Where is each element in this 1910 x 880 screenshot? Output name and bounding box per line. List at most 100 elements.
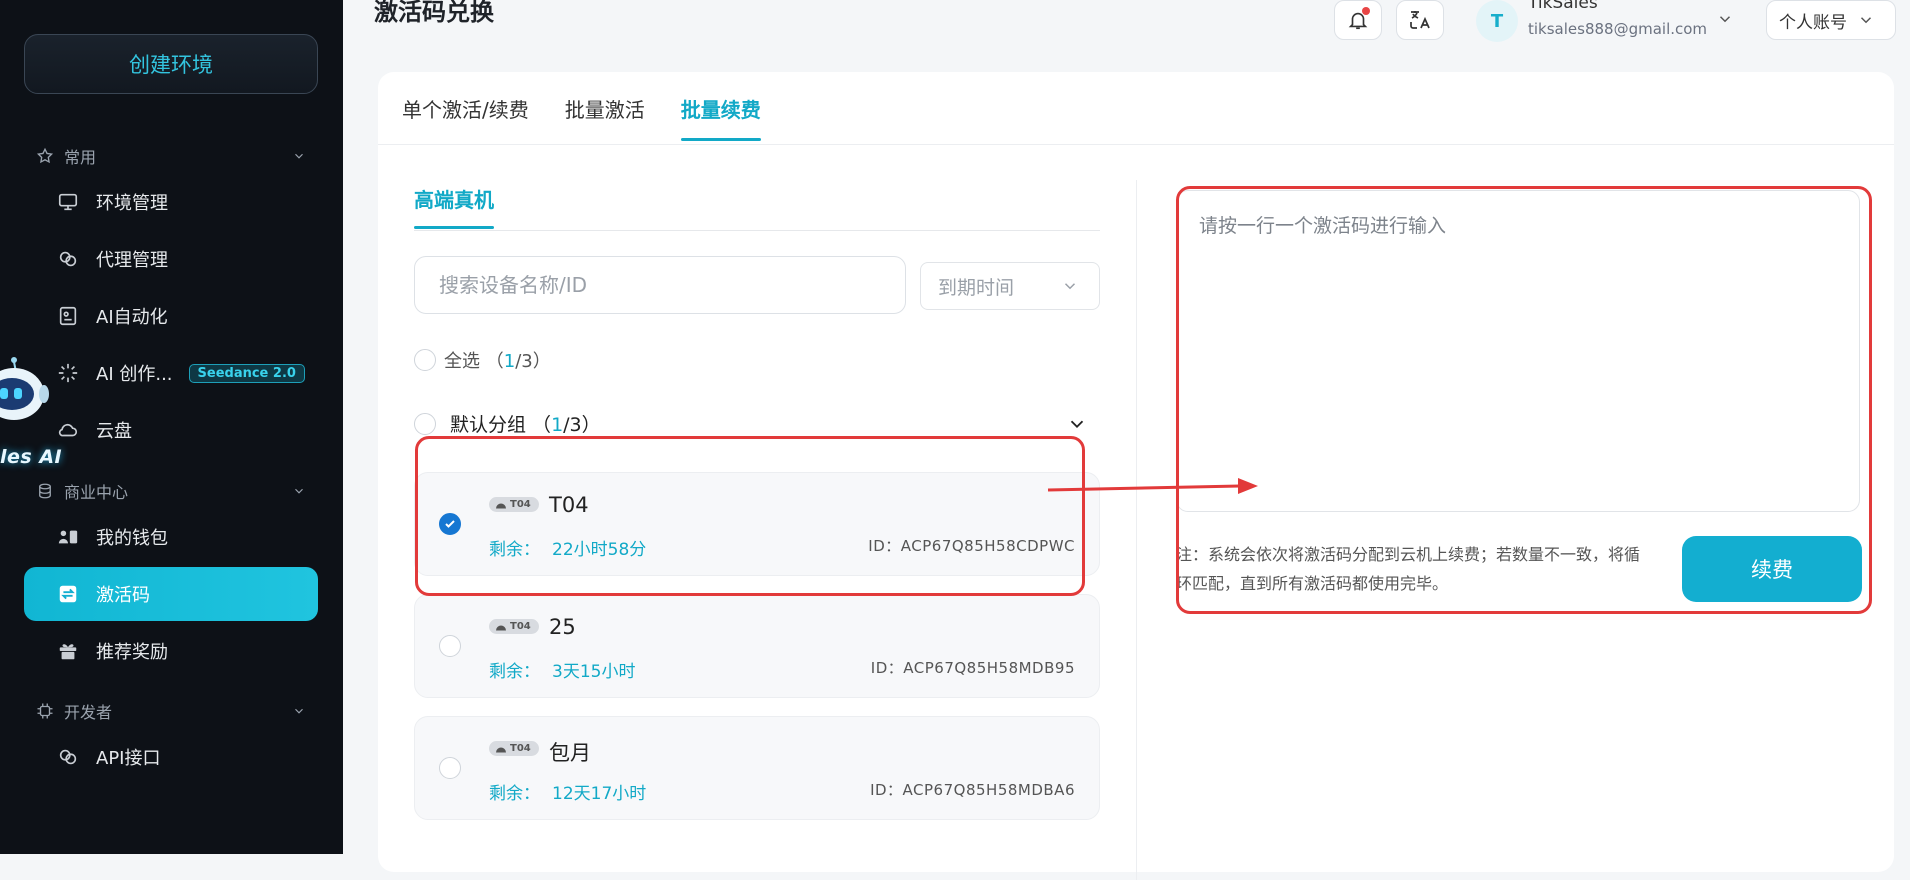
renew-note: 注：系统会依次将激活码分配到云机上续费；若数量不一致，将循环匹配，直到所有激活码… (1176, 545, 1641, 593)
chevron-down-icon (292, 704, 306, 718)
sidebar-item-label: 代理管理 (96, 250, 168, 271)
database-icon (36, 482, 54, 500)
chevron-down-icon (292, 149, 306, 163)
create-environment-button[interactable]: 创建环境 (24, 34, 318, 94)
section-developer[interactable]: 开发者 (36, 698, 306, 724)
device-id: ID：ACP67Q85H58MDB95 (870, 659, 1075, 677)
device-check-radio[interactable] (439, 635, 461, 657)
account-type-select[interactable]: 个人账号 (1766, 0, 1896, 40)
link-icon (56, 745, 80, 769)
sidebar-item-label: AI 创作... (96, 364, 173, 385)
group-name: 默认分组 (450, 414, 527, 436)
sidebar-item-activation-code[interactable]: 激活码 (24, 567, 318, 621)
seedance-badge: Seedance 2.0 (188, 363, 305, 383)
gift-icon (56, 639, 80, 663)
sidebar-item-label: 云盘 (96, 421, 132, 442)
expire-time-select[interactable]: 到期时间 (920, 262, 1100, 310)
section-business[interactable]: 商业中心 (36, 478, 306, 504)
device-card[interactable]: T04 包月 剩余： 12天17小时 ID：ACP67Q85H58MDBA6 (414, 716, 1100, 820)
tab-batch-renew[interactable]: 批量续费 (680, 94, 761, 141)
sidebar-item-ai-create[interactable]: AI 创作... Seedance 2.0 (24, 346, 318, 400)
android-icon (496, 747, 506, 752)
sidebar-item-label: 推荐奖励 (96, 642, 168, 663)
sidebar-item-label: 我的钱包 (96, 528, 168, 549)
page-title: 激活码兑换 (374, 0, 494, 26)
group-selected: 1 (551, 414, 564, 436)
group-count: （1/3） (526, 414, 601, 436)
bell-icon (1347, 7, 1370, 31)
device-name: 25 (549, 615, 576, 639)
chevron-down-icon (1061, 277, 1079, 295)
section-label: 商业中心 (64, 483, 129, 502)
sidebar-item-ai-automation[interactable]: AI自动化 (24, 289, 318, 343)
star-icon (36, 147, 54, 165)
sidebar-item-wallet[interactable]: 我的钱包 (24, 510, 318, 564)
select-all[interactable]: 全选 （1/3） (414, 347, 551, 373)
cloud-icon (56, 418, 80, 442)
android-icon (496, 503, 506, 508)
account-type-label: 个人账号 (1779, 12, 1847, 33)
sidebar-item-label: AI自动化 (96, 307, 168, 328)
sidebar-item-label: API接口 (96, 748, 161, 769)
chevron-down-icon (1716, 10, 1734, 32)
link-icon (56, 247, 80, 271)
exchange-icon (56, 582, 80, 606)
device-name: T04 (549, 493, 589, 517)
device-tag: T04 (489, 741, 539, 756)
tab-bar: 单个激活/续费 批量激活 批量续费 (402, 94, 761, 141)
group-radio[interactable] (414, 412, 436, 435)
sidebar-item-referral[interactable]: 推荐奖励 (24, 624, 318, 678)
robot-mascot-icon (0, 357, 49, 420)
device-card[interactable]: T04 T04 剩余： 22小时58分 ID：ACP67Q85H58CDPWC (414, 472, 1100, 576)
sidebar-item-label: 环境管理 (96, 193, 168, 214)
tab-divider (378, 144, 1894, 145)
select-all-total: /3） (515, 351, 551, 372)
section-label: 常用 (64, 148, 97, 167)
group-total: /3） (563, 414, 601, 436)
notification-button[interactable] (1334, 0, 1382, 40)
avatar: T (1476, 0, 1518, 42)
expire-time-placeholder: 到期时间 (938, 276, 1015, 299)
section-common[interactable]: 常用 (36, 143, 306, 169)
select-all-selected: 1 (503, 351, 516, 372)
renew-button[interactable]: 续费 (1682, 536, 1862, 602)
sidebar-item-proxy[interactable]: 代理管理 (24, 232, 318, 286)
device-search-input[interactable] (414, 256, 906, 314)
device-card[interactable]: T04 25 剩余： 3天15小时 ID：ACP67Q85H58MDB95 (414, 594, 1100, 698)
sidebar-item-env[interactable]: 环境管理 (24, 175, 318, 229)
translate-button[interactable] (1396, 0, 1444, 40)
translate-icon (1408, 8, 1432, 32)
chevron-down-icon (292, 484, 306, 498)
device-remaining: 剩余： 22小时58分 (489, 540, 647, 560)
select-all-count: （1/3） (480, 351, 551, 372)
chevron-down-icon (1857, 11, 1875, 29)
device-remaining: 剩余： 12天17小时 (489, 784, 647, 804)
section-label: 开发者 (64, 703, 113, 722)
device-id: ID：ACP67Q85H58MDBA6 (870, 781, 1075, 799)
device-remaining: 剩余： 3天15小时 (489, 662, 636, 682)
sidebar-item-cloud[interactable]: 云盘 (24, 403, 318, 457)
device-check-radio[interactable] (439, 513, 461, 535)
select-all-radio[interactable] (414, 349, 436, 371)
device-check-radio[interactable] (439, 757, 461, 779)
monitor-icon (56, 190, 80, 214)
group-default[interactable]: 默认分组 （1/3） (414, 410, 1100, 437)
user-name: TikSales (1528, 0, 1598, 13)
activation-codes-textarea[interactable] (1176, 190, 1860, 512)
device-id: ID：ACP67Q85H58CDPWC (868, 537, 1075, 555)
tab-single[interactable]: 单个激活/续费 (402, 94, 529, 141)
device-name: 包月 (549, 741, 591, 765)
select-all-label: 全选 (444, 351, 480, 372)
sidebar-item-label: 激活码 (96, 585, 150, 606)
tab-batch-activate[interactable]: 批量激活 (565, 94, 645, 141)
device-tag: T04 (489, 619, 539, 634)
user-menu[interactable]: T TikSales tiksales888@gmail.com (1476, 0, 1736, 44)
chip-icon (36, 702, 54, 720)
device-tag: T04 (489, 497, 539, 512)
main-card: 单个激活/续费 批量激活 批量续费 高端真机 到期时间 全选 （1/3） 默认分… (378, 72, 1894, 880)
subtab-premium-device[interactable]: 高端真机 (414, 184, 494, 229)
robot-label: les AI (0, 446, 63, 468)
sidebar-item-api[interactable]: API接口 (24, 730, 318, 784)
user-email: tiksales888@gmail.com (1528, 20, 1708, 38)
chevron-down-icon[interactable] (1066, 413, 1088, 435)
